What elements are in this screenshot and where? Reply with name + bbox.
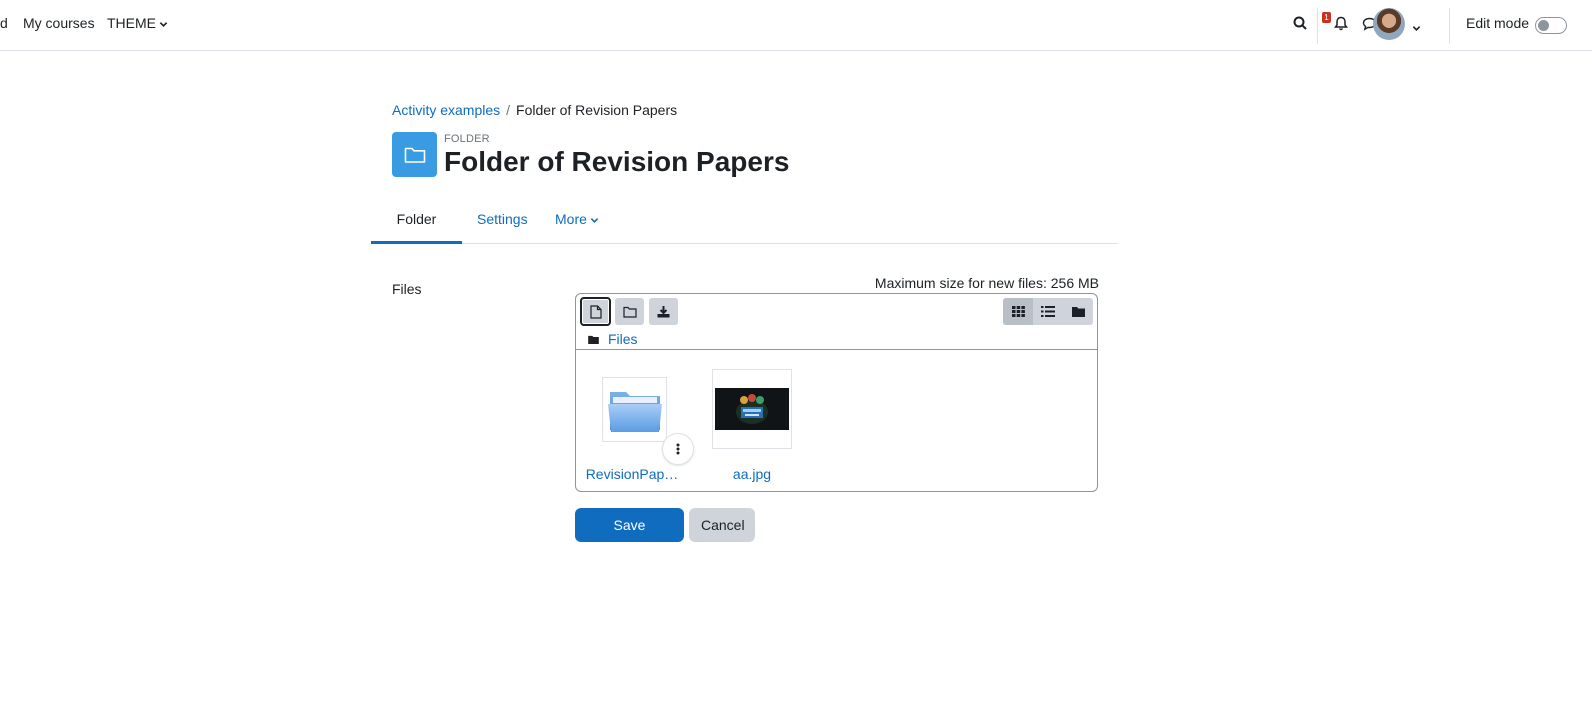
view-icons-button[interactable] [1003, 298, 1033, 325]
chevron-down-icon [590, 217, 599, 223]
file-list-area: RevisionPap… aa.jpg [576, 349, 1097, 491]
file-icon [589, 304, 602, 319]
top-navbar: d My courses THEME 1 Edit mode [0, 0, 1592, 51]
bell-icon[interactable] [1334, 16, 1348, 36]
breadcrumb-link-activity-examples[interactable]: Activity examples [392, 102, 500, 118]
files-field-label: Files [392, 281, 422, 297]
image-preview-icon [715, 388, 789, 430]
activity-type-label: FOLDER [444, 133, 490, 145]
folder-thumbnail [602, 377, 667, 442]
edit-mode-label: Edit mode [1466, 15, 1530, 31]
tab-more-label: More [555, 211, 587, 227]
file-name-folder: RevisionPap… [585, 466, 679, 482]
nav-divider [1449, 8, 1450, 44]
image-thumbnail [712, 369, 792, 449]
toggle-knob [1538, 20, 1549, 31]
nav-theme-label: THEME [107, 15, 156, 31]
folder-solid-icon [588, 335, 599, 344]
chevron-down-icon [159, 21, 168, 27]
download-icon [657, 306, 670, 318]
breadcrumb-current: Folder of Revision Papers [516, 102, 678, 118]
add-file-button[interactable] [580, 297, 611, 326]
max-file-size-text: Maximum size for new files: 256 MB [874, 275, 1099, 291]
user-avatar[interactable] [1373, 8, 1405, 40]
file-name-image: aa.jpg [732, 466, 772, 482]
tab-more[interactable]: More [555, 208, 599, 243]
edit-mode-toggle[interactable] [1535, 17, 1567, 34]
nav-link-dashboard-partial[interactable]: d [0, 15, 8, 31]
download-button[interactable] [649, 298, 678, 325]
file-manager: Files RevisionPap… aa.jpg [575, 293, 1098, 492]
breadcrumb-separator: / [506, 102, 511, 118]
notification-badge: 1 [1322, 12, 1331, 23]
folder-solid-icon [1071, 307, 1085, 317]
breadcrumb: Activity examples / Folder of Revision Pap… [392, 102, 677, 118]
list-icon [1041, 306, 1055, 317]
user-menu-chevron-down-icon[interactable] [1412, 20, 1421, 38]
view-mode-group [1003, 298, 1093, 325]
secondary-navigation: Folder Settings More [371, 200, 1118, 244]
vertical-dots-icon [676, 443, 680, 455]
search-icon[interactable] [1293, 16, 1307, 35]
file-item-folder[interactable]: RevisionPap… [585, 377, 694, 482]
nav-theme-menu[interactable]: THEME [107, 15, 168, 31]
save-changes-button[interactable]: Save changes [575, 508, 684, 567]
folder-outline-icon [622, 306, 637, 318]
folder-thumbnail-icon [607, 391, 662, 432]
tab-settings[interactable]: Settings [477, 208, 528, 243]
create-folder-button[interactable] [615, 298, 644, 325]
grid-icon [1011, 306, 1025, 317]
folder-activity-icon [392, 132, 437, 177]
view-list-button[interactable] [1033, 298, 1063, 325]
page-title: Folder of Revision Papers [444, 146, 790, 177]
file-path-bar: Files [588, 331, 638, 347]
nav-divider [1317, 8, 1318, 44]
path-link-files[interactable]: Files [608, 331, 638, 347]
tab-folder[interactable]: Folder [371, 208, 462, 244]
file-actions-button[interactable] [662, 433, 694, 465]
nav-link-my-courses[interactable]: My courses [23, 15, 95, 31]
file-item-image[interactable]: aa.jpg [712, 369, 792, 482]
view-tree-button[interactable] [1063, 298, 1093, 325]
cancel-button[interactable]: Cancel [689, 508, 755, 542]
